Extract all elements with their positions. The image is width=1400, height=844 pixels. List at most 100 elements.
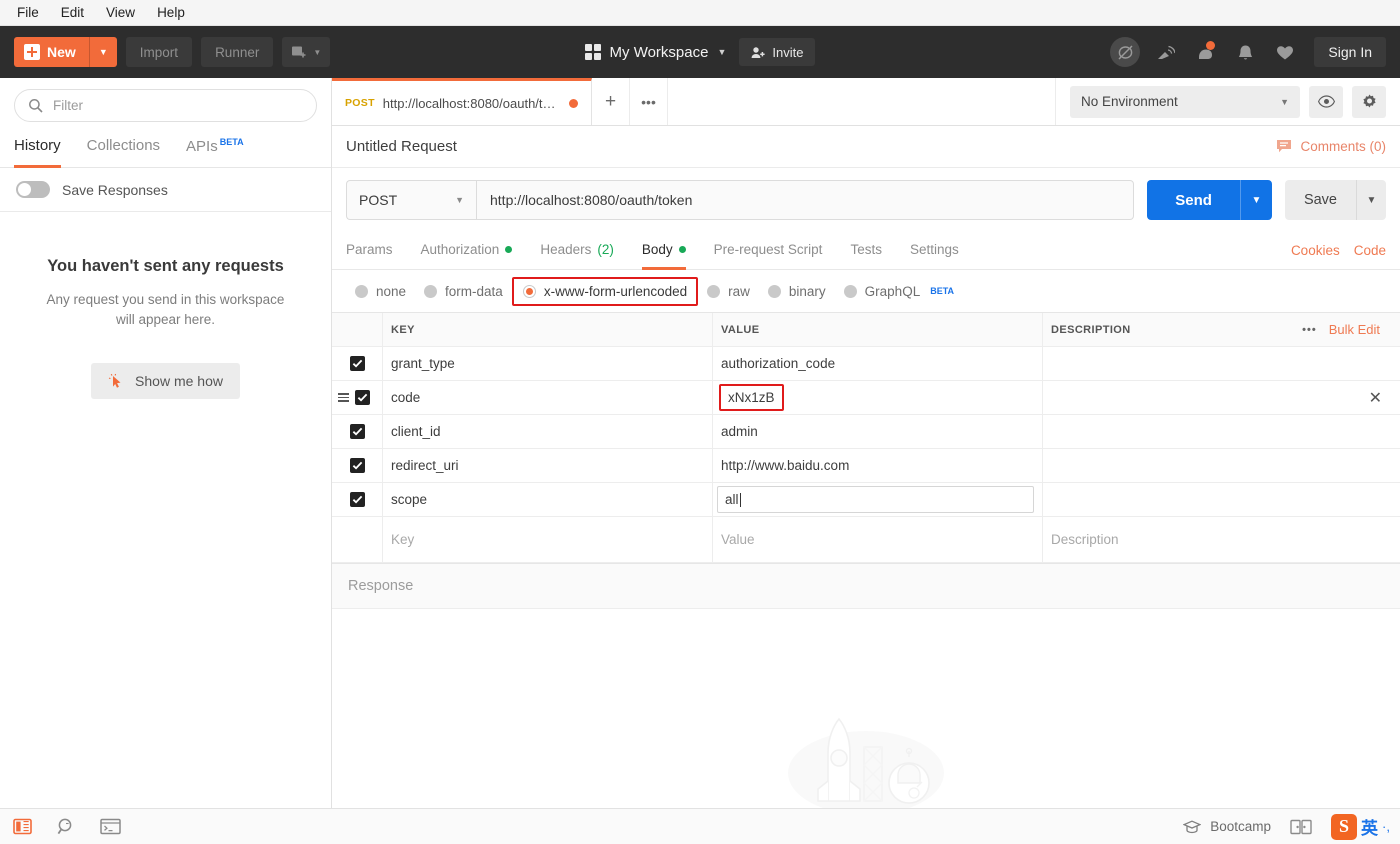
- sidebar-toggle-button[interactable]: [10, 815, 34, 839]
- tab-headers[interactable]: Headers (2): [540, 232, 614, 270]
- satellite-button[interactable]: [1148, 35, 1182, 69]
- send-dropdown-caret[interactable]: ▼: [1240, 180, 1272, 220]
- toolbar-right-group: Sign In: [1108, 35, 1386, 69]
- sidebar-tab-history[interactable]: History: [14, 131, 61, 168]
- sign-in-button[interactable]: Sign In: [1314, 37, 1386, 67]
- row-key-cell[interactable]: code: [382, 381, 712, 414]
- comments-button[interactable]: Comments (0): [1276, 139, 1386, 154]
- row-description-cell[interactable]: Description: [1042, 517, 1400, 562]
- sidebar-tab-collections[interactable]: Collections: [87, 131, 160, 168]
- request-tab-active[interactable]: POST http://localhost:8080/oauth/to…: [332, 78, 592, 125]
- cookies-link[interactable]: Cookies: [1291, 243, 1340, 258]
- new-button[interactable]: New ▼: [14, 37, 117, 67]
- layout-toggle-button[interactable]: [1289, 815, 1313, 839]
- row-description-cell[interactable]: [1042, 449, 1400, 482]
- new-tab-button[interactable]: ▼: [282, 37, 330, 67]
- tab-params[interactable]: Params: [346, 232, 393, 270]
- radio-icon: [768, 285, 781, 298]
- row-key-cell[interactable]: scope: [382, 483, 712, 516]
- row-checkbox[interactable]: [350, 492, 365, 507]
- method-selector[interactable]: POST ▼: [346, 180, 476, 220]
- notifications-button[interactable]: [1188, 35, 1222, 69]
- save-button[interactable]: Save: [1285, 180, 1356, 220]
- save-dropdown-caret[interactable]: ▼: [1356, 180, 1386, 220]
- row-value: all: [725, 492, 739, 507]
- workspace-selector[interactable]: My Workspace ▼: [585, 44, 727, 61]
- runner-button[interactable]: Runner: [201, 37, 273, 67]
- show-me-how-button[interactable]: Show me how: [91, 363, 240, 399]
- row-key-cell[interactable]: Key: [382, 517, 712, 562]
- filter-box[interactable]: [14, 89, 317, 122]
- invite-button[interactable]: Invite: [739, 38, 815, 66]
- row-value-placeholder: Value: [721, 532, 755, 547]
- row-checkbox[interactable]: [350, 458, 365, 473]
- body-type-x-www-form-urlencoded[interactable]: x-www-form-urlencoded: [512, 277, 698, 306]
- find-button[interactable]: [54, 815, 78, 839]
- save-responses-row[interactable]: Save Responses: [0, 168, 331, 212]
- new-request-tab-button[interactable]: +: [592, 78, 630, 125]
- row-value-cell[interactable]: authorization_code: [712, 347, 1042, 380]
- alerts-button[interactable]: [1228, 35, 1262, 69]
- bootcamp-button[interactable]: Bootcamp: [1183, 819, 1271, 834]
- drag-handle-icon[interactable]: [338, 393, 349, 402]
- body-type-none[interactable]: none: [346, 279, 415, 304]
- row-value-cell[interactable]: Value: [712, 517, 1042, 562]
- send-button[interactable]: Send: [1147, 180, 1240, 220]
- code-link[interactable]: Code: [1354, 243, 1386, 258]
- environment-selector[interactable]: No Environment ▼: [1070, 86, 1300, 118]
- row-description-cell[interactable]: [1042, 347, 1400, 380]
- body-type-form-data[interactable]: form-data: [415, 279, 512, 304]
- row-description-cell[interactable]: [1042, 483, 1400, 516]
- header-value: VALUE: [712, 313, 1042, 346]
- tab-body[interactable]: Body: [642, 232, 686, 270]
- tab-authorization[interactable]: Authorization: [421, 232, 513, 270]
- tab-options-button[interactable]: •••: [630, 78, 668, 125]
- tab-tests[interactable]: Tests: [850, 232, 882, 270]
- table-row[interactable]: code xNx1zB ✕: [332, 381, 1400, 415]
- row-checkbox[interactable]: [350, 356, 365, 371]
- row-checkbox[interactable]: [350, 424, 365, 439]
- table-row[interactable]: client_id admin: [332, 415, 1400, 449]
- row-key-cell[interactable]: client_id: [382, 415, 712, 448]
- sync-status-button[interactable]: [1108, 35, 1142, 69]
- row-value-editor[interactable]: all: [717, 486, 1034, 513]
- row-value-cell[interactable]: admin: [712, 415, 1042, 448]
- body-type-graphql[interactable]: GraphQLBETA: [835, 279, 963, 304]
- settings-button[interactable]: [1352, 86, 1386, 118]
- body-type-binary[interactable]: binary: [759, 279, 835, 304]
- table-options-button[interactable]: •••: [1302, 324, 1317, 336]
- row-checkbox[interactable]: [355, 390, 370, 405]
- table-row[interactable]: grant_type authorization_code: [332, 347, 1400, 381]
- content-scrollbar[interactable]: [1391, 609, 1400, 808]
- delete-row-icon[interactable]: ✕: [1369, 388, 1382, 408]
- row-description-cell[interactable]: [1042, 415, 1400, 448]
- menu-item-edit[interactable]: Edit: [52, 3, 93, 22]
- row-value-cell[interactable]: xNx1zB: [712, 381, 1042, 414]
- row-key-cell[interactable]: redirect_uri: [382, 449, 712, 482]
- tab-pre-request-script[interactable]: Pre-request Script: [714, 232, 823, 270]
- tab-settings[interactable]: Settings: [910, 232, 959, 270]
- row-key-cell[interactable]: grant_type: [382, 347, 712, 380]
- favorites-button[interactable]: [1268, 35, 1302, 69]
- row-description-cell[interactable]: ✕: [1042, 381, 1400, 414]
- menu-item-file[interactable]: File: [8, 3, 48, 22]
- ime-indicator[interactable]: S 英 ·,: [1331, 814, 1390, 840]
- table-placeholder-row[interactable]: Key Value Description: [332, 517, 1400, 563]
- table-row[interactable]: scope all: [332, 483, 1400, 517]
- sidebar-tab-apis[interactable]: APIsBETA: [186, 131, 244, 168]
- table-row[interactable]: redirect_uri http://www.baidu.com: [332, 449, 1400, 483]
- import-button[interactable]: Import: [126, 37, 192, 67]
- save-responses-toggle[interactable]: [16, 181, 50, 198]
- url-input[interactable]: [476, 180, 1134, 220]
- filter-input[interactable]: [53, 98, 303, 113]
- menu-item-help[interactable]: Help: [148, 3, 194, 22]
- environment-quick-look-button[interactable]: [1309, 86, 1343, 118]
- bulk-edit-link[interactable]: Bulk Edit: [1329, 322, 1380, 337]
- body-type-raw[interactable]: raw: [698, 279, 759, 304]
- new-dropdown-caret[interactable]: ▼: [89, 37, 117, 67]
- row-value-cell[interactable]: http://www.baidu.com: [712, 449, 1042, 482]
- row-value-cell[interactable]: all: [712, 483, 1042, 516]
- console-button[interactable]: [98, 815, 122, 839]
- menu-item-view[interactable]: View: [97, 3, 144, 22]
- row-checkbox[interactable]: [332, 517, 382, 562]
